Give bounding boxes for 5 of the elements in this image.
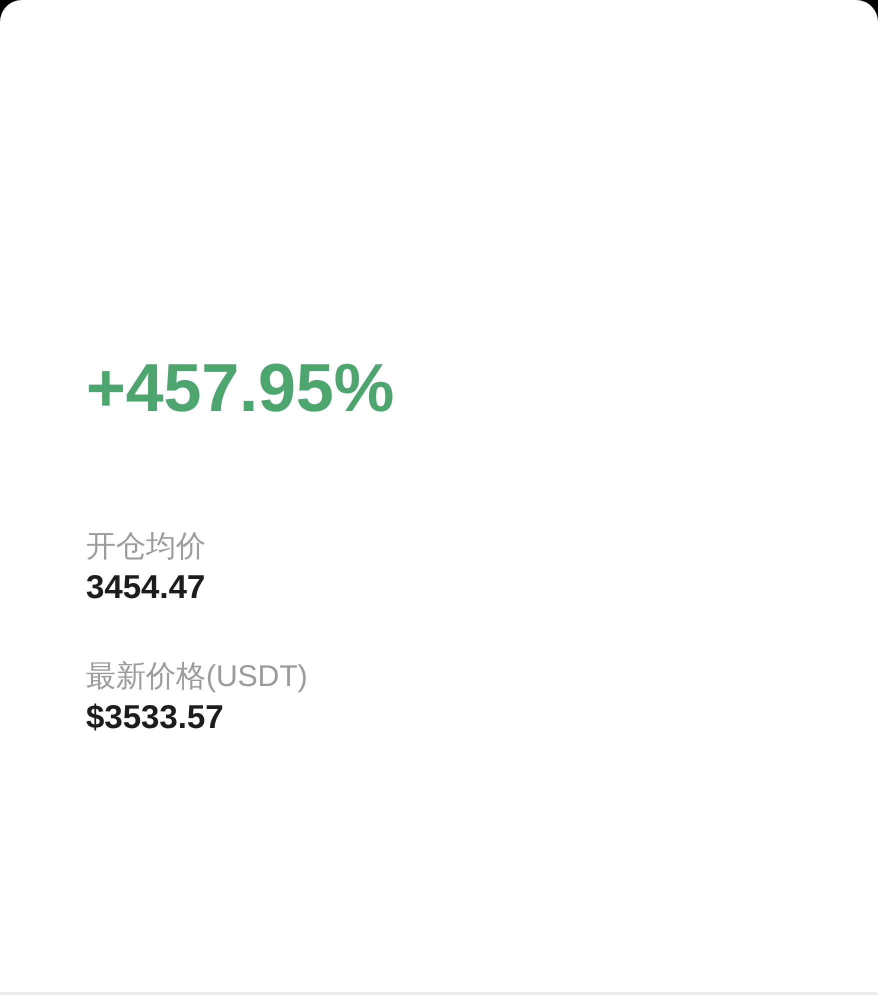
stat-value: 3454.47 bbox=[86, 568, 206, 606]
stat-value: $3533.57 bbox=[86, 698, 224, 736]
stat-label: 开仓均价 bbox=[86, 529, 206, 565]
stat-label: 最新价格(USDT) bbox=[86, 659, 308, 695]
return-rate: +457.95% bbox=[86, 354, 394, 422]
